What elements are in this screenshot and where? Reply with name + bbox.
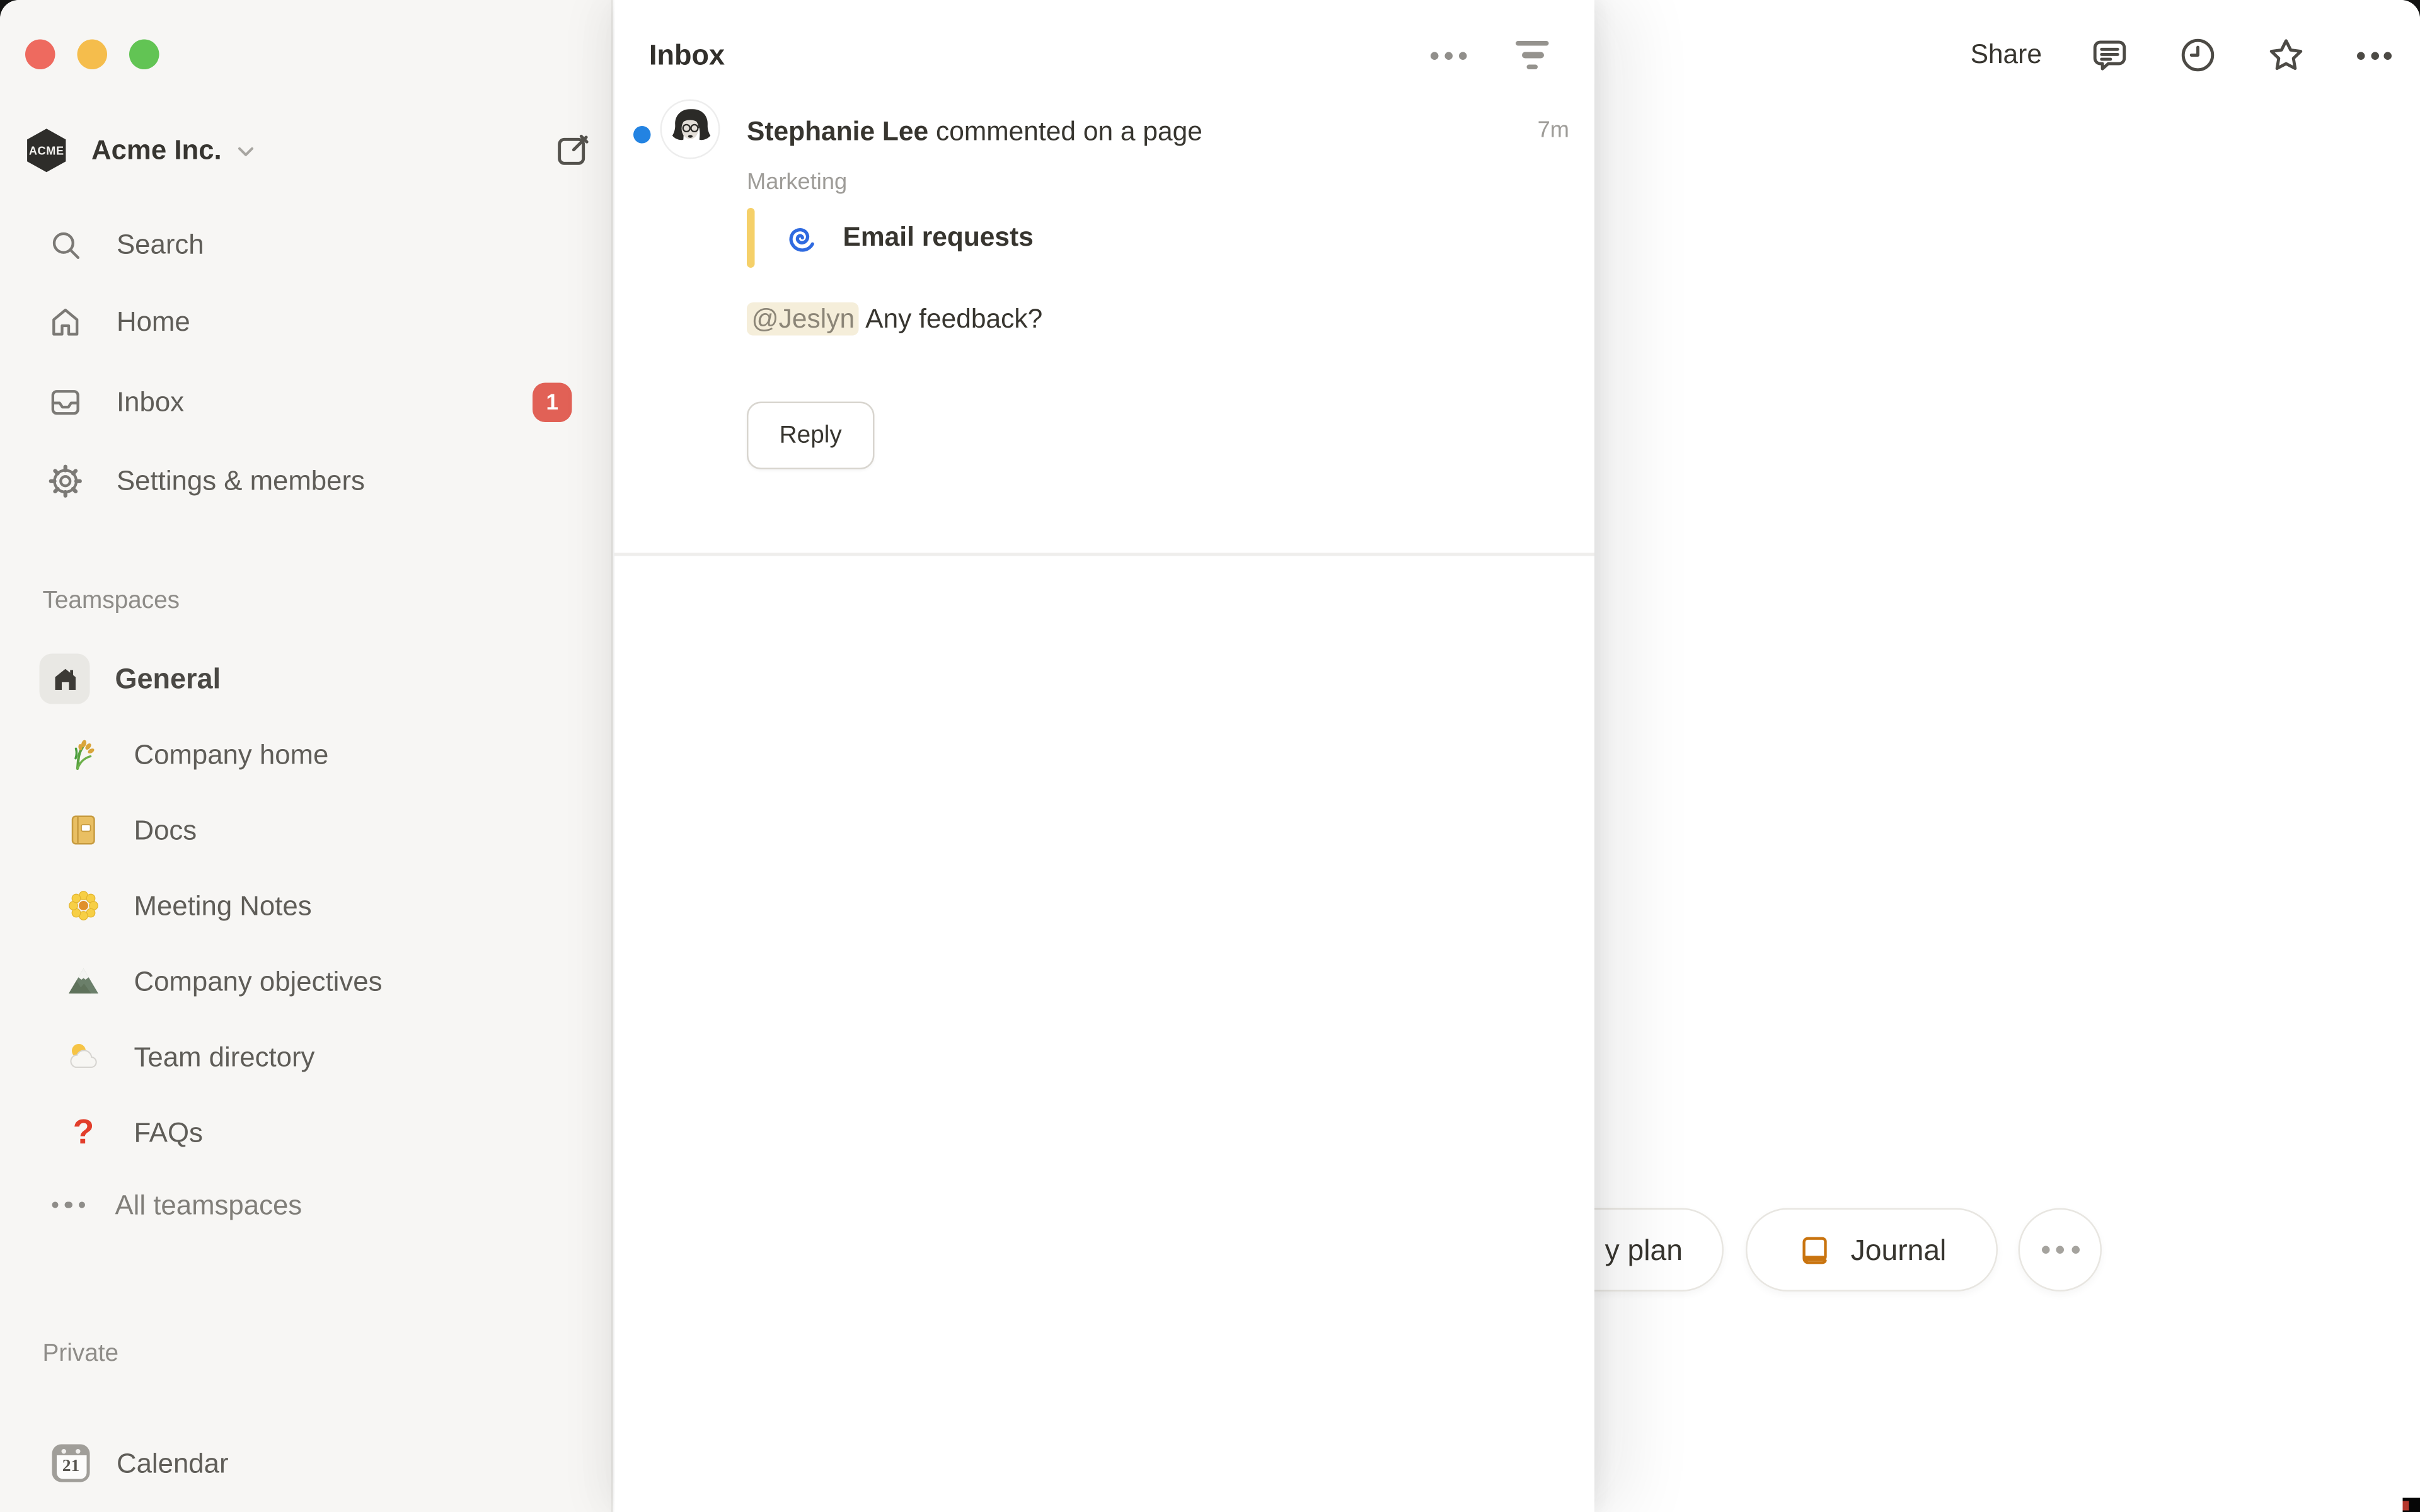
inbox-title: Inbox	[649, 37, 725, 74]
app-window: ACME Acme Inc.	[0, 0, 2420, 1512]
sun-behind-cloud-icon	[65, 1038, 103, 1076]
template-pill-journal[interactable]: Journal	[1746, 1208, 1998, 1292]
quote-bar	[747, 208, 755, 268]
notification-title: Stephanie Lee commented on a page	[747, 115, 1202, 150]
inbox-unread-badge: 1	[533, 382, 572, 421]
notebook-icon	[1797, 1232, 1832, 1267]
comment-text: @Jeslyn Any feedback?	[747, 301, 1569, 339]
cyclone-icon	[781, 219, 819, 257]
inbox-popover: Inbox	[614, 0, 1594, 1512]
page-team-directory[interactable]: Team directory	[16, 1024, 596, 1090]
notification-item[interactable]: Stephanie Lee commented on a page 7m Mar…	[614, 74, 1594, 470]
house-badge-icon	[40, 654, 90, 704]
notification-context: Marketing	[747, 170, 1569, 195]
workspace-row: ACME Acme Inc.	[22, 125, 592, 177]
page-docs[interactable]: Docs	[16, 797, 596, 863]
workspace-icon: ACME	[22, 126, 71, 175]
inbox-icon	[47, 384, 84, 420]
favorite-button[interactable]	[2266, 35, 2307, 76]
reply-button[interactable]: Reply	[747, 402, 875, 470]
screen: ACME Acme Inc.	[0, 0, 2420, 1512]
question-mark-icon: ?	[65, 1114, 103, 1152]
filter-icon	[1516, 41, 1549, 46]
traffic-lights	[25, 40, 159, 70]
compose-button[interactable]	[553, 131, 593, 171]
private-section-header[interactable]: Private	[43, 1341, 119, 1369]
comments-button[interactable]	[2089, 35, 2130, 76]
blossom-icon	[65, 887, 103, 925]
ellipsis-icon	[52, 1201, 86, 1208]
compose-icon	[553, 131, 593, 171]
comment-icon	[2089, 35, 2130, 76]
workspace-switcher[interactable]: ACME Acme Inc.	[22, 126, 258, 175]
sidebar-item-settings[interactable]: Settings & members	[16, 447, 596, 513]
star-icon	[2266, 35, 2307, 76]
home-icon	[47, 303, 84, 340]
workspace-name: Acme Inc.	[91, 134, 222, 168]
page-link[interactable]: Email requests	[747, 208, 1569, 268]
mention[interactable]: @Jeslyn	[747, 302, 860, 336]
svg-text:ACME: ACME	[29, 145, 64, 158]
page-calendar[interactable]: 21 Calendar	[16, 1430, 596, 1496]
inbox-filter-button[interactable]	[1516, 41, 1549, 69]
all-teamspaces-button[interactable]: All teamspaces	[16, 1172, 596, 1238]
sidebar-item-home[interactable]: Home	[16, 289, 596, 355]
page-title: Email requests	[843, 222, 1034, 254]
screen-corner-artifact	[2403, 1498, 2420, 1512]
sidebar-item-search[interactable]: Search	[16, 211, 596, 277]
gear-icon	[47, 462, 84, 499]
ledger-icon	[65, 811, 103, 849]
sidebar-item-inbox[interactable]: Inbox 1	[16, 369, 596, 435]
templates-more-button[interactable]	[2019, 1208, 2102, 1292]
more-options-button[interactable]	[2354, 35, 2395, 76]
avatar	[662, 101, 718, 158]
unread-dot	[633, 126, 651, 144]
minimize-button[interactable]	[78, 40, 108, 70]
close-button[interactable]	[25, 40, 55, 70]
page-faqs[interactable]: ? FAQs	[16, 1099, 596, 1166]
mountain-icon	[65, 963, 103, 1000]
page-company-home[interactable]: Company home	[16, 721, 596, 788]
notification-title-row: Stephanie Lee commented on a page 7m	[747, 115, 1569, 150]
teamspaces-section-header[interactable]: Teamspaces	[43, 588, 180, 616]
notification-divider	[614, 553, 1594, 556]
zoom-button[interactable]	[129, 40, 159, 70]
page-company-objectives[interactable]: Company objectives	[16, 948, 596, 1014]
sidebar: ACME Acme Inc.	[0, 0, 613, 1512]
chevron-down-icon	[233, 138, 258, 163]
inbox-header: Inbox	[614, 0, 1594, 74]
search-icon	[47, 226, 84, 263]
history-button[interactable]	[2177, 35, 2218, 76]
notification-time: 7m	[1538, 115, 1569, 144]
teamspace-general[interactable]: General	[16, 646, 596, 712]
clock-icon	[2177, 35, 2218, 76]
inbox-more-button[interactable]	[1431, 51, 1467, 59]
page-meeting-notes[interactable]: Meeting Notes	[16, 873, 596, 939]
calendar-icon: 21	[52, 1445, 90, 1482]
share-button[interactable]: Share	[1971, 40, 2042, 71]
sheaf-of-rice-icon	[65, 736, 103, 774]
